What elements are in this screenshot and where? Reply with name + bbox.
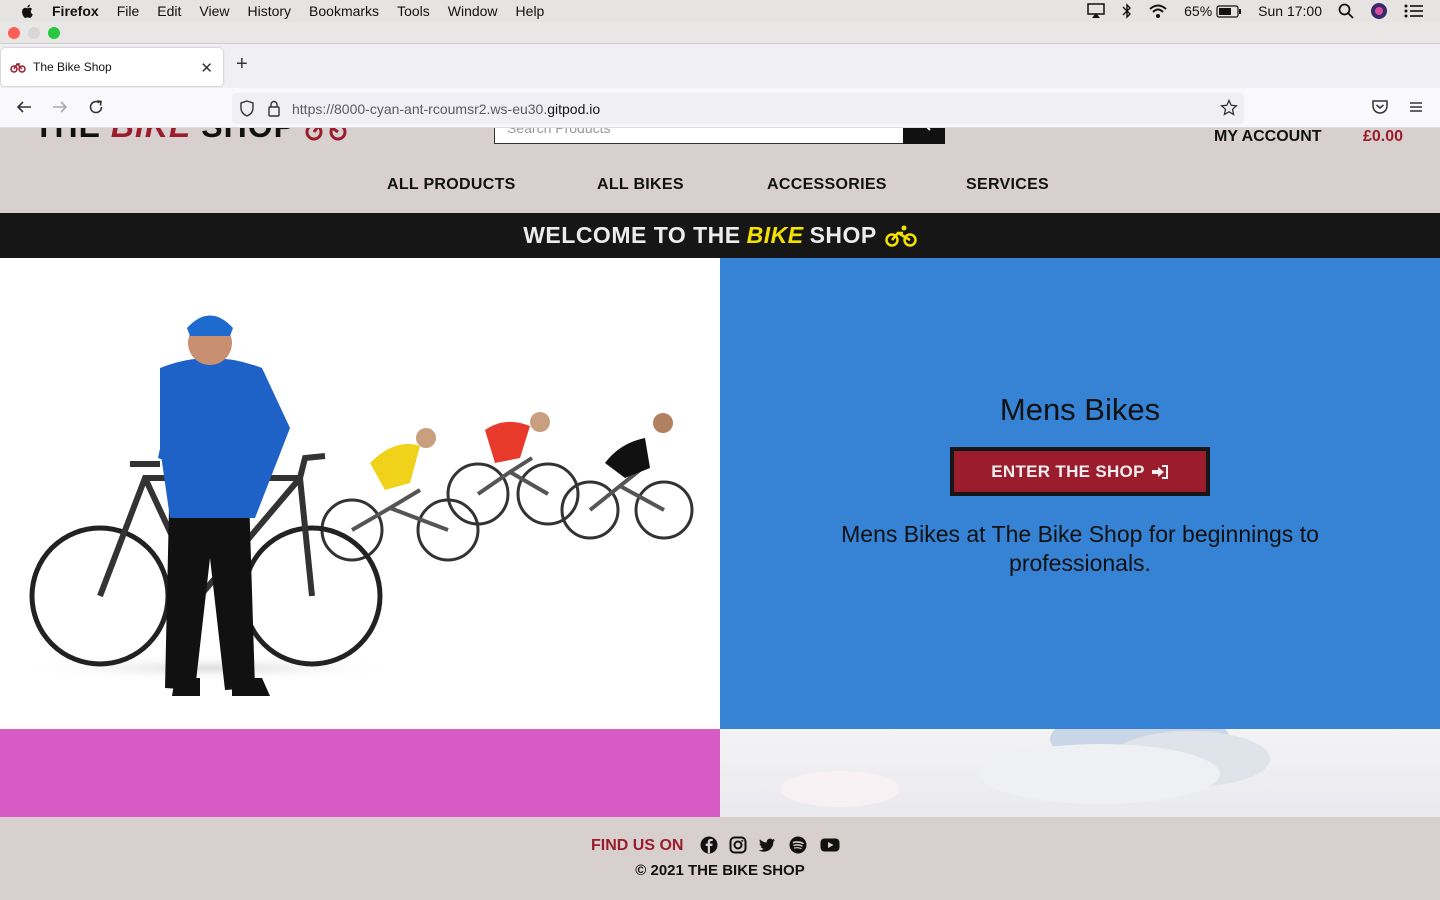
bicycle-logo-icon bbox=[305, 128, 347, 141]
tab-title: The Bike Shop bbox=[33, 60, 112, 74]
banner-text-bike: BIKE bbox=[746, 222, 804, 248]
search-button[interactable] bbox=[903, 128, 945, 144]
menu-tools[interactable]: Tools bbox=[397, 3, 430, 19]
apple-icon[interactable] bbox=[18, 3, 38, 19]
find-us-label: FIND US ON bbox=[591, 837, 684, 854]
search-icon bbox=[926, 128, 931, 131]
close-window-button[interactable] bbox=[8, 27, 20, 39]
close-tab-icon[interactable]: ✕ bbox=[200, 59, 213, 77]
pink-promo-panel bbox=[0, 729, 720, 817]
twitter-icon[interactable] bbox=[758, 836, 776, 854]
sign-in-arrow-icon bbox=[1151, 464, 1168, 479]
hero-description: Mens Bikes at The Bike Shop for beginnin… bbox=[841, 521, 1319, 576]
menu-app-firefox[interactable]: Firefox bbox=[52, 3, 99, 19]
menu-file[interactable]: File bbox=[117, 3, 140, 19]
minimize-window-button[interactable] bbox=[28, 27, 40, 39]
menu-view[interactable]: View bbox=[199, 3, 229, 19]
pocket-icon[interactable] bbox=[1370, 98, 1390, 118]
my-account-link[interactable]: MY ACCOUNT bbox=[1214, 128, 1322, 146]
main-navigation: ALL PRODUCTS ALL BIKES ACCESSORIES SERVI… bbox=[0, 176, 1440, 196]
sky-image-panel bbox=[720, 729, 1440, 817]
hero-title: Mens Bikes bbox=[999, 392, 1161, 427]
battery-icon[interactable] bbox=[1216, 4, 1242, 18]
url-text[interactable]: https://8000-cyan-ant-rcoumsr2.ws-eu30.g… bbox=[292, 101, 600, 117]
clock[interactable]: Sun 17:00 bbox=[1258, 3, 1322, 19]
battery-percent: 65% bbox=[1184, 3, 1213, 19]
youtube-icon[interactable] bbox=[820, 836, 840, 854]
logo-word-bike: BIKE bbox=[111, 128, 191, 144]
bicycle-icon bbox=[885, 225, 917, 247]
bike-favicon-icon bbox=[10, 62, 26, 73]
enter-shop-button[interactable]: ENTER THE SHOP bbox=[950, 447, 1210, 496]
facebook-icon[interactable] bbox=[700, 836, 718, 854]
site-header: THE BIKE SHOP Search Products MY ACCOUNT… bbox=[0, 128, 1440, 213]
nav-accessories[interactable]: ACCESSORIES bbox=[767, 176, 887, 194]
mens-bikes-panel: Mens Bikes ENTER THE SHOP Mens Bikes at … bbox=[720, 258, 1440, 729]
airplay-icon[interactable] bbox=[1086, 3, 1106, 19]
siri-icon[interactable] bbox=[1370, 2, 1388, 20]
web-page: THE BIKE SHOP Search Products MY ACCOUNT… bbox=[0, 128, 1440, 900]
menu-history[interactable]: History bbox=[247, 3, 291, 19]
reload-button[interactable] bbox=[86, 98, 106, 118]
url-domain: gitpod.io bbox=[547, 100, 601, 117]
cart-total-link[interactable]: £0.00 bbox=[1363, 128, 1403, 146]
banner-text-pre: WELCOME TO THE bbox=[523, 222, 741, 248]
site-footer: FIND US ON © 2021 THE BIKE SHOP bbox=[0, 817, 1440, 900]
wifi-icon[interactable] bbox=[1148, 3, 1168, 19]
nav-services[interactable]: SERVICES bbox=[966, 176, 1049, 194]
search-input[interactable]: Search Products bbox=[494, 128, 904, 144]
spotlight-search-icon[interactable] bbox=[1338, 3, 1354, 19]
new-tab-button[interactable]: + bbox=[236, 54, 248, 74]
menu-edit[interactable]: Edit bbox=[157, 3, 181, 19]
spotify-icon[interactable] bbox=[789, 836, 807, 854]
control-center-icon[interactable] bbox=[1404, 4, 1424, 18]
url-bar[interactable]: https://8000-cyan-ant-rcoumsr2.ws-eu30.g… bbox=[232, 93, 1244, 124]
nav-all-bikes[interactable]: ALL BIKES bbox=[597, 176, 684, 194]
app-menu-icon[interactable] bbox=[1406, 98, 1426, 118]
enter-shop-label: ENTER THE SHOP bbox=[991, 461, 1145, 481]
nav-all-products[interactable]: ALL PRODUCTS bbox=[387, 176, 516, 194]
macos-menubar: Firefox File Edit View History Bookmarks… bbox=[0, 0, 1440, 22]
tab-the-bike-shop[interactable]: The Bike Shop ✕ bbox=[1, 48, 223, 86]
instagram-icon[interactable] bbox=[729, 836, 747, 854]
tracking-shield-icon[interactable] bbox=[239, 100, 255, 120]
bluetooth-icon[interactable] bbox=[1122, 3, 1132, 19]
welcome-banner: WELCOME TO THE BIKE SHOP bbox=[0, 213, 1440, 258]
bookmark-star-icon[interactable] bbox=[1220, 98, 1238, 120]
menu-bookmarks[interactable]: Bookmarks bbox=[309, 3, 379, 19]
hero-image-cyclists bbox=[0, 258, 720, 729]
menu-help[interactable]: Help bbox=[516, 3, 545, 19]
tab-strip: The Bike Shop ✕ bbox=[0, 44, 1440, 88]
back-button[interactable] bbox=[14, 98, 34, 118]
logo-word-shop: SHOP bbox=[201, 128, 295, 144]
zoom-window-button[interactable] bbox=[48, 27, 60, 39]
site-logo[interactable]: THE BIKE SHOP bbox=[34, 128, 347, 145]
copyright-text: © 2021 THE BIKE SHOP bbox=[635, 862, 805, 879]
menu-window[interactable]: Window bbox=[448, 3, 498, 19]
url-prefix: https://8000-cyan-ant-rcoumsr2.ws-eu30. bbox=[292, 100, 548, 117]
logo-word-the: THE bbox=[34, 128, 101, 144]
lock-icon[interactable] bbox=[267, 100, 281, 120]
window-titlebar bbox=[0, 22, 1440, 44]
forward-button[interactable] bbox=[50, 98, 70, 118]
banner-text-post: SHOP bbox=[809, 222, 877, 248]
